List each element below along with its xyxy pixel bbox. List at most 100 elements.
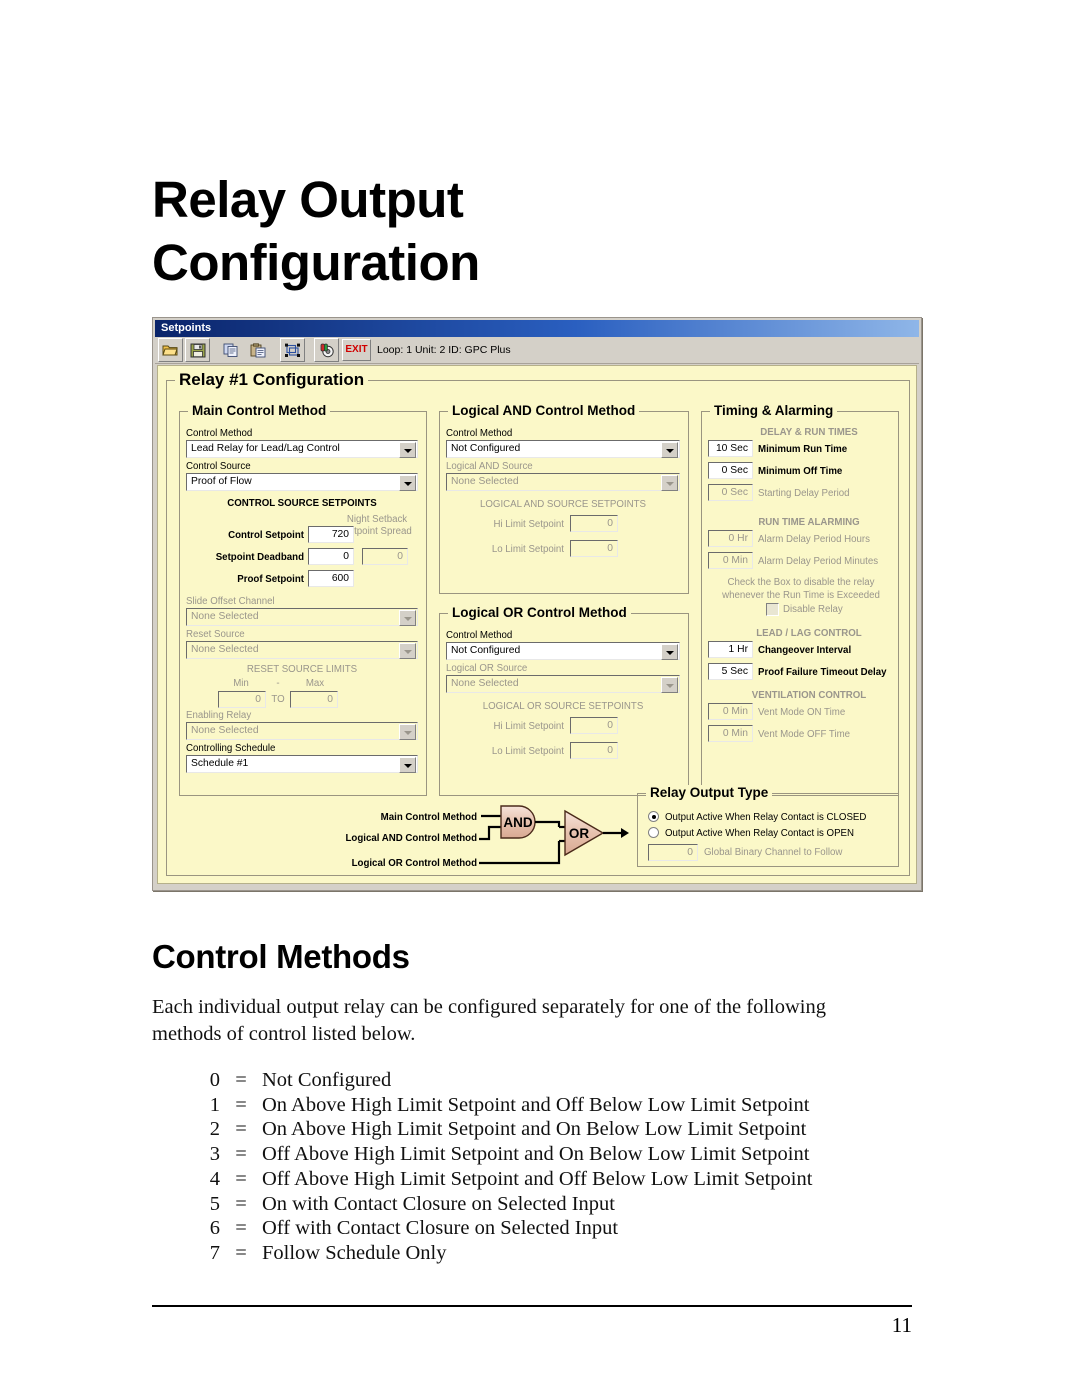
reset-source-label: Reset Source [186, 629, 245, 640]
reset-source-limits-header: RESET SOURCE LIMITS [246, 664, 358, 675]
logic-gate-svg: AND OR [479, 805, 629, 865]
controlling-schedule-label: Controlling Schedule [186, 743, 276, 754]
reset-max-label: Max [305, 678, 325, 689]
setpoint-deadband-input[interactable]: 0 [308, 548, 354, 565]
control-method-text: Follow Schedule Only [262, 1241, 447, 1264]
control-method-number: 2 [209, 1118, 220, 1141]
disable-relay-checkbox[interactable] [766, 603, 779, 616]
alarm-delay-hours-input[interactable]: 0 Hr [708, 530, 753, 547]
copy-icon[interactable] [219, 338, 244, 362]
intro-paragraph: Each individual output relay can be conf… [152, 996, 826, 1045]
logical-and-lo-limit-input[interactable]: 0 [570, 540, 618, 557]
reset-min-input[interactable]: 0 [218, 691, 266, 708]
reset-source-select[interactable]: None Selected [186, 641, 418, 659]
footer-divider [152, 1305, 912, 1307]
timing-alarming-legend: Timing & Alarming [710, 403, 838, 418]
logical-or-group: Logical OR Control Method Control Method… [439, 605, 689, 796]
chevron-down-icon[interactable] [399, 724, 416, 740]
starting-delay-period-input[interactable]: 0 Sec [708, 484, 753, 501]
control-method-equals: = [235, 1192, 247, 1215]
vent-mode-on-time-input[interactable]: 0 Min [708, 703, 753, 720]
night-setback-spread-input[interactable]: 0 [362, 548, 408, 565]
control-source-select[interactable]: Proof of Flow [186, 473, 418, 491]
enabling-relay-select[interactable]: None Selected [186, 722, 418, 740]
communications-icon[interactable] [314, 338, 339, 362]
proof-failure-timeout-input[interactable]: 5 Sec [708, 663, 753, 680]
changeover-interval-label: Changeover Interval [758, 645, 852, 656]
control-method-row: 6 = Off with Contact Closure on Selected I… [152, 1216, 912, 1241]
proof-setpoint-input[interactable]: 600 [308, 570, 354, 587]
minimum-run-time-label: Minimum Run Time [758, 444, 848, 455]
chevron-down-icon[interactable] [399, 757, 416, 773]
toolbar: EXIT Loop: 1 Unit: 2 ID: GPC Plus [155, 337, 919, 364]
main-control-method-select[interactable]: Lead Relay for Lead/Lag Control [186, 440, 418, 458]
chevron-down-icon[interactable] [399, 610, 416, 626]
logical-and-lo-limit-label: Lo Limit Setpoint [491, 544, 564, 555]
control-method-number: 4 [209, 1167, 220, 1190]
logical-or-source-value: None Selected [451, 678, 519, 689]
setpoints-window: Setpoints EXIT Loop: 1 Unit: 2 ID: GPC P… [152, 317, 922, 891]
chevron-down-icon[interactable] [661, 644, 678, 660]
chevron-down-icon[interactable] [399, 442, 416, 458]
control-method-equals: = [235, 1167, 247, 1190]
logical-or-setpoints-header: LOGICAL OR SOURCE SETPOINTS [482, 701, 644, 712]
chevron-down-icon[interactable] [661, 677, 678, 693]
logic-diagram: Main Control Method Logical AND Control … [337, 801, 637, 871]
chevron-down-icon[interactable] [661, 442, 678, 458]
save-disk-icon[interactable] [185, 338, 210, 362]
changeover-interval-input[interactable]: 1 Hr [708, 641, 753, 658]
logical-or-lo-limit-input[interactable]: 0 [570, 742, 618, 759]
chevron-down-icon[interactable] [399, 643, 416, 659]
logical-and-setpoints-header: LOGICAL AND SOURCE SETPOINTS [480, 499, 646, 510]
logical-and-source-select[interactable]: None Selected [446, 473, 680, 491]
window-titlebar: Setpoints [155, 320, 919, 337]
vent-mode-off-time-input[interactable]: 0 Min [708, 725, 753, 742]
control-method-text: On Above High Limit Setpoint and Off Bel… [262, 1093, 810, 1116]
control-method-row: 5 = On with Contact Closure on Selected In… [152, 1192, 912, 1217]
controlling-schedule-select[interactable]: Schedule #1 [186, 755, 418, 773]
select-objects-icon[interactable] [280, 338, 305, 362]
logical-or-control-method-select[interactable]: Not Configured [446, 642, 680, 660]
setpoint-deadband-label: Setpoint Deadband [215, 552, 304, 563]
output-open-radio[interactable] [648, 827, 659, 838]
output-closed-radio[interactable] [648, 811, 659, 822]
logical-and-control-method-value: Not Configured [451, 443, 521, 454]
night-setback-label-line1: Night Setback [346, 514, 408, 525]
logical-and-control-method-label: Control Method [446, 428, 513, 439]
chevron-down-icon[interactable] [399, 475, 416, 491]
main-control-method-value: Lead Relay for Lead/Lag Control [191, 443, 340, 454]
alarm-delay-minutes-label: Alarm Delay Period Minutes [758, 556, 879, 567]
reset-source-value: None Selected [191, 644, 259, 655]
proof-failure-timeout-label: Proof Failure Timeout Delay [758, 667, 887, 678]
output-closed-label: Output Active When Relay Contact is CLOS… [665, 812, 867, 823]
control-method-row: 4 = Off Above High Limit Setpoint and Off … [152, 1167, 912, 1192]
page-title-line2: Configuration [152, 234, 480, 291]
main-control-method-legend: Main Control Method [188, 403, 331, 418]
proof-setpoint-label: Proof Setpoint [237, 574, 304, 585]
logical-or-control-method-label: Control Method [446, 630, 513, 641]
control-setpoint-input[interactable]: 720 [308, 526, 354, 543]
control-method-equals: = [235, 1241, 247, 1264]
paste-icon[interactable] [246, 338, 271, 362]
control-source-setpoints-header: CONTROL SOURCE SETPOINTS [227, 498, 377, 509]
logical-or-hi-limit-input[interactable]: 0 [570, 717, 618, 734]
exit-button[interactable]: EXIT [342, 339, 371, 361]
control-method-row: 7 = Follow Schedule Only [152, 1241, 912, 1266]
logical-and-control-method-select[interactable]: Not Configured [446, 440, 680, 458]
control-method-number: 6 [209, 1217, 220, 1240]
controlling-schedule-value: Schedule #1 [191, 758, 249, 769]
minimum-off-time-input[interactable]: 0 Sec [708, 462, 753, 479]
logical-and-hi-limit-label: Hi Limit Setpoint [493, 519, 564, 530]
logical-or-source-select[interactable]: None Selected [446, 675, 680, 693]
logical-and-hi-limit-input[interactable]: 0 [570, 515, 618, 532]
reset-max-input[interactable]: 0 [290, 691, 338, 708]
control-method-text: Not Configured [262, 1069, 392, 1091]
client-area: Relay #1 Configuration Main Control Meth… [157, 365, 917, 884]
open-folder-icon[interactable] [158, 338, 183, 362]
global-binary-channel-input[interactable]: 0 [648, 844, 698, 861]
slide-offset-channel-select[interactable]: None Selected [186, 608, 418, 626]
output-open-label: Output Active When Relay Contact is OPEN [665, 828, 854, 839]
alarm-delay-minutes-input[interactable]: 0 Min [708, 552, 753, 569]
chevron-down-icon[interactable] [661, 475, 678, 491]
minimum-run-time-input[interactable]: 10 Sec [708, 440, 753, 457]
